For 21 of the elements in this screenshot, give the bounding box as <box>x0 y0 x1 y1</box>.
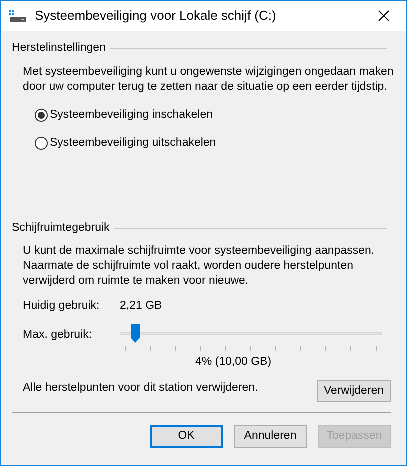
slider-thumb[interactable] <box>130 323 142 344</box>
max-usage-reading: 4% (10,00 GB) <box>195 355 272 370</box>
max-usage-label: Max. gebruik: <box>23 328 94 343</box>
group-heading: Herstelinstellingen <box>12 41 106 56</box>
delete-description: Alle herstelpunten voor dit station verwijderen. <box>23 381 258 396</box>
radio-label[interactable]: Systeembeveiliging uitschakelen <box>50 134 216 152</box>
current-usage-value: 2,21 GB <box>120 299 162 314</box>
dialog-button[interactable]: OK <box>150 425 223 448</box>
description-text: Met systeembeveiliging kunt u ongewenste wijzigingen ongedaan maken door uw computer terug te zetten naar de situatie op een eerder tijdstip. <box>23 65 395 96</box>
radio-button[interactable] <box>35 136 48 150</box>
current-usage-label: Huidig gebruik: <box>23 299 101 314</box>
delete-button[interactable]: Verwijderen <box>317 380 391 402</box>
window-title: Systeembeveiliging voor Lokale schijf (C:) <box>35 7 276 26</box>
radio-label[interactable]: Systeembeveiliging inschakelen <box>50 107 214 124</box>
group-heading: Schijfruimtegebruik <box>12 220 110 236</box>
drive-icon <box>9 9 27 23</box>
description-text: U kunt de maximale schijfruimte voor systeembeveiliging aanpassen. Naarmate de schijfruimte vol raakt, worden oudere herstelpunten verwijderd om ruimte te maken voor nieuwe. <box>23 244 376 289</box>
usage-slider[interactable] <box>120 323 382 351</box>
close-icon <box>378 10 390 22</box>
dialog-button[interactable]: Annuleren <box>234 425 307 448</box>
radio-button[interactable] <box>35 109 48 122</box>
